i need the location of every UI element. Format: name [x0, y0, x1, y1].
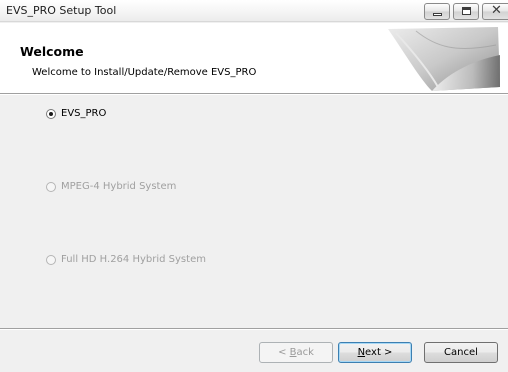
- minimize-icon: [433, 13, 442, 16]
- title-bar[interactable]: EVS_PRO Setup Tool ✕: [0, 0, 508, 22]
- radio-button[interactable]: [46, 182, 56, 192]
- close-button[interactable]: ✕: [482, 3, 508, 20]
- page-subtitle: Welcome to Install/Update/Remove EVS_PRO: [32, 67, 257, 78]
- maximize-button[interactable]: [453, 3, 479, 20]
- minimize-button[interactable]: [424, 3, 450, 20]
- window-title: EVS_PRO Setup Tool: [6, 4, 117, 17]
- radio-button[interactable]: [46, 109, 56, 119]
- header-divider: [0, 93, 508, 95]
- option-label: EVS_PRO: [61, 108, 107, 119]
- option-label: MPEG-4 Hybrid System: [61, 181, 177, 192]
- option-label: Full HD H.264 Hybrid System: [61, 254, 206, 265]
- header-banner: Welcome Welcome to Install/Update/Remove…: [0, 23, 508, 93]
- footer-divider: [0, 328, 508, 330]
- page-curl-graphic: [388, 27, 500, 91]
- next-button[interactable]: Next >: [338, 342, 412, 363]
- cancel-button[interactable]: Cancel: [424, 342, 498, 363]
- back-button[interactable]: < Back: [259, 342, 333, 363]
- back-prefix: <: [278, 347, 290, 358]
- close-icon: ✕: [491, 3, 502, 18]
- page-title: Welcome: [20, 44, 84, 59]
- back-accelerator: B: [289, 347, 297, 358]
- back-label-rest: ack: [296, 347, 314, 358]
- setup-window: EVS_PRO Setup Tool ✕ Welcome Welcome to …: [0, 0, 508, 372]
- next-accelerator: N: [357, 347, 366, 358]
- next-label-rest: ext >: [365, 347, 393, 358]
- maximize-icon: [462, 7, 471, 15]
- radio-button[interactable]: [46, 255, 56, 265]
